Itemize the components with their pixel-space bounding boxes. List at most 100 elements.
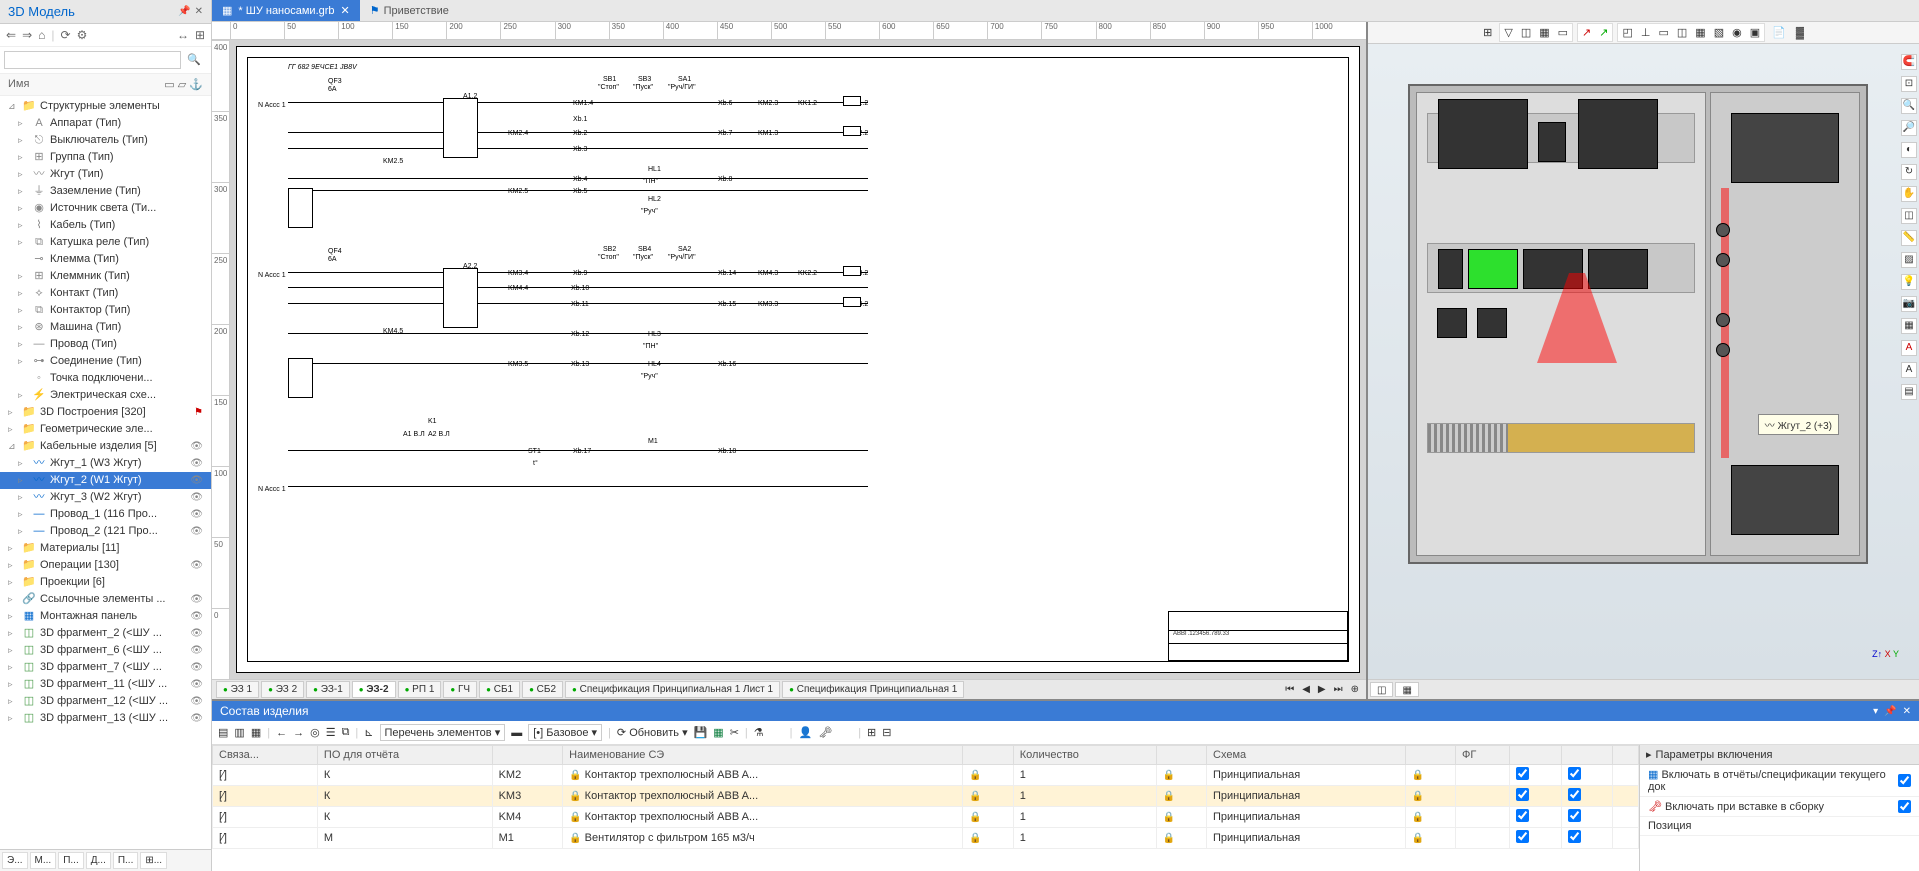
tree-item[interactable]: ▹⧉Катушка реле (Тип) bbox=[0, 234, 211, 251]
gear-icon[interactable]: ⚙ bbox=[77, 28, 88, 42]
anchor-icon[interactable]: ⚓ bbox=[189, 79, 203, 91]
tree-item[interactable]: ▹⌇Кабель (Тип) bbox=[0, 217, 211, 234]
left-bottom-tab[interactable]: Д... bbox=[86, 852, 111, 869]
render-icon[interactable]: ◰ bbox=[1619, 25, 1635, 40]
tree-item[interactable]: ▹⚡Электрическая схе... bbox=[0, 387, 211, 404]
pan-icon[interactable]: ✋ bbox=[1901, 186, 1917, 202]
section-icon[interactable]: ◫ bbox=[1901, 208, 1917, 224]
text-icon[interactable]: A bbox=[1901, 362, 1917, 378]
copy-icon[interactable]: ⧉ bbox=[342, 726, 350, 739]
doc-icon[interactable]: 📄 bbox=[1769, 25, 1789, 40]
row-checkbox[interactable] bbox=[1516, 809, 1529, 822]
tree-item[interactable]: ▹〰Жгут (Тип) bbox=[0, 166, 211, 183]
tree-item[interactable]: ▹📁Проекции [6] bbox=[0, 574, 211, 591]
home-icon[interactable]: ⌂ bbox=[38, 28, 45, 42]
sheet-tab[interactable]: ● РП 1 bbox=[398, 681, 442, 698]
include-assembly-checkbox[interactable] bbox=[1898, 800, 1911, 813]
tree-item[interactable]: ▹◉Источник света (Ти... bbox=[0, 200, 211, 217]
light-icon[interactable]: 💡 bbox=[1901, 274, 1917, 290]
text-icon[interactable]: A bbox=[1901, 340, 1917, 356]
tree-item[interactable]: ⊿📁Кабельные изделия [5]👁 bbox=[0, 438, 211, 455]
tree-item[interactable]: ▹⊞Группа (Тип) bbox=[0, 149, 211, 166]
sheet-tab[interactable]: ● ЭЗ-2 bbox=[352, 681, 396, 698]
tree-item[interactable]: ◦Точка подключени... bbox=[0, 370, 211, 387]
excel-icon[interactable]: ▦ bbox=[713, 726, 723, 739]
row-checkbox[interactable] bbox=[1516, 830, 1529, 843]
row-checkbox[interactable] bbox=[1568, 767, 1581, 780]
sheet-nav-button[interactable]: ⏭ bbox=[1331, 684, 1346, 695]
tree-item[interactable]: ▹◫3D фрагмент_7 (<ШУ ...👁 bbox=[0, 659, 211, 676]
sheet-tab[interactable]: ● СБ1 bbox=[479, 681, 520, 698]
tree-item[interactable]: ▹◫3D фрагмент_11 (<ШУ ...👁 bbox=[0, 676, 211, 693]
table-row[interactable]: [∕]КKM3🔒 Контактор трехполюсный ABB A...… bbox=[213, 786, 1639, 807]
list-icon[interactable]: ☰ bbox=[326, 726, 336, 739]
measure-icon[interactable]: 📏 bbox=[1901, 230, 1917, 246]
sheet-nav-button[interactable]: ▶ bbox=[1315, 684, 1329, 695]
render-icon[interactable]: ◉ bbox=[1729, 25, 1745, 40]
sheet-tab[interactable]: ● ЭЗ-1 bbox=[306, 681, 350, 698]
tree-item[interactable]: ▹📁Материалы [11] bbox=[0, 540, 211, 557]
tree-item[interactable]: ▹🔗Ссылочные элементы ...👁 bbox=[0, 591, 211, 608]
table-row[interactable]: [∕]МM1🔒 Вентилятор с фильтром 165 м3/ч🔒1… bbox=[213, 828, 1639, 849]
filter-icon[interactable]: ⚗ bbox=[754, 726, 764, 739]
material-icon[interactable]: ▨ bbox=[1901, 252, 1917, 268]
key-icon[interactable]: 🗝 bbox=[818, 726, 832, 739]
user-icon[interactable]: 👤 bbox=[799, 726, 813, 739]
render-icon[interactable]: ▭ bbox=[1655, 25, 1671, 40]
render-icon[interactable]: ▣ bbox=[1747, 25, 1763, 40]
back-icon[interactable]: ⇐ bbox=[6, 28, 16, 42]
tree-item[interactable]: ⊿📁Структурные элементы bbox=[0, 98, 211, 115]
tree-item[interactable]: ▹⎋Выключатель (Тип) bbox=[0, 132, 211, 149]
render-icon[interactable]: ◫ bbox=[1674, 25, 1690, 40]
zoom-fit-icon[interactable]: ⊡ bbox=[1901, 76, 1917, 92]
sheet-tab[interactable]: ● СБ2 bbox=[522, 681, 563, 698]
fwd-icon[interactable]: → bbox=[293, 727, 304, 739]
tb-icon[interactable]: ⊞ bbox=[1480, 25, 1495, 40]
layer-icon[interactable]: ▤ bbox=[1901, 384, 1917, 400]
tree-item[interactable]: ▹◫3D фрагмент_12 (<ШУ ...👁 bbox=[0, 693, 211, 710]
tree-item[interactable]: ▹📁Операции [130]👁 bbox=[0, 557, 211, 574]
view-icon[interactable]: ▽ bbox=[1501, 25, 1515, 40]
tree-item[interactable]: ▹〰Жгут_3 (W2 Жгут)👁 bbox=[0, 489, 211, 506]
tree-item[interactable]: ▹◫3D фрагмент_6 (<ШУ ...👁 bbox=[0, 642, 211, 659]
magnet-icon[interactable]: 🧲 bbox=[1901, 54, 1917, 70]
opt-icon[interactable]: ⊟ bbox=[882, 726, 891, 739]
left-bottom-tab[interactable]: ⊞... bbox=[140, 852, 167, 869]
tree-item[interactable]: ▹⊶Соединение (Тип) bbox=[0, 353, 211, 370]
pin-icon[interactable]: 📌 bbox=[178, 6, 190, 17]
refresh-icon[interactable]: ⟳ bbox=[61, 28, 71, 42]
tree-item[interactable]: ▹◫3D фрагмент_13 (<ШУ ...👁 bbox=[0, 710, 211, 727]
expand-icon[interactable]: ⊞ bbox=[195, 28, 205, 42]
tree-item[interactable]: ▹📁Геометрические эле... bbox=[0, 421, 211, 438]
left-bottom-tab[interactable]: П... bbox=[113, 852, 139, 869]
model-tree[interactable]: ⊿📁Структурные элементы▹AАппарат (Тип)▹⎋В… bbox=[0, 96, 211, 849]
tree-item[interactable]: ▹AАппарат (Тип) bbox=[0, 115, 211, 132]
doc-tab-active[interactable]: ▦ * ШУ наносами.grb ✕ bbox=[212, 0, 360, 21]
render-icon[interactable]: ▦ bbox=[1692, 25, 1708, 40]
axis-icon[interactable]: ↗ bbox=[1579, 25, 1594, 40]
search-icon[interactable]: 🔍 bbox=[181, 51, 207, 69]
tree-item[interactable]: ▹📁3D Построения [320]⚑ bbox=[0, 404, 211, 421]
col-icon-1[interactable]: ▭ bbox=[164, 79, 174, 91]
rotate-icon[interactable]: ↻ bbox=[1901, 164, 1917, 180]
refresh-button[interactable]: ⟳ Обновить ▾ bbox=[617, 726, 688, 739]
sheet-tab[interactable]: ● ЭЗ 1 bbox=[216, 681, 259, 698]
col-icon-2[interactable]: ▱ bbox=[178, 79, 186, 91]
close-icon[interactable]: ✕ bbox=[195, 6, 203, 17]
color-icon[interactable]: ▓ bbox=[1793, 26, 1807, 40]
sheet-tab[interactable]: ● Спецификация Принципиальная 1 bbox=[782, 681, 964, 698]
left-bottom-tab[interactable]: М... bbox=[30, 852, 57, 869]
sheet-tab[interactable]: ● Спецификация Принципиальная 1 Лист 1 bbox=[565, 681, 780, 698]
save-icon[interactable]: 💾 bbox=[694, 726, 708, 739]
sheet-tab[interactable]: ● ЭЗ 2 bbox=[261, 681, 304, 698]
row-checkbox[interactable] bbox=[1516, 767, 1529, 780]
sheet-nav-button[interactable]: ◀ bbox=[1299, 684, 1313, 695]
tree-item[interactable]: ▹◫3D фрагмент_2 (<ШУ ...👁 bbox=[0, 625, 211, 642]
fwd-icon[interactable]: ⇒ bbox=[22, 28, 32, 42]
tree-item[interactable]: ▹⟡Контакт (Тип) bbox=[0, 285, 211, 302]
view-icon[interactable]: ◐ bbox=[1901, 142, 1917, 158]
table-row[interactable]: [∕]КKM2🔒 Контактор трехполюсный ABB A...… bbox=[213, 765, 1639, 786]
close-icon[interactable]: ✕ bbox=[1903, 706, 1911, 717]
tree-item[interactable]: ▹⏚Заземление (Тип) bbox=[0, 183, 211, 200]
collapse-icon[interactable]: ▸ bbox=[1646, 748, 1652, 761]
